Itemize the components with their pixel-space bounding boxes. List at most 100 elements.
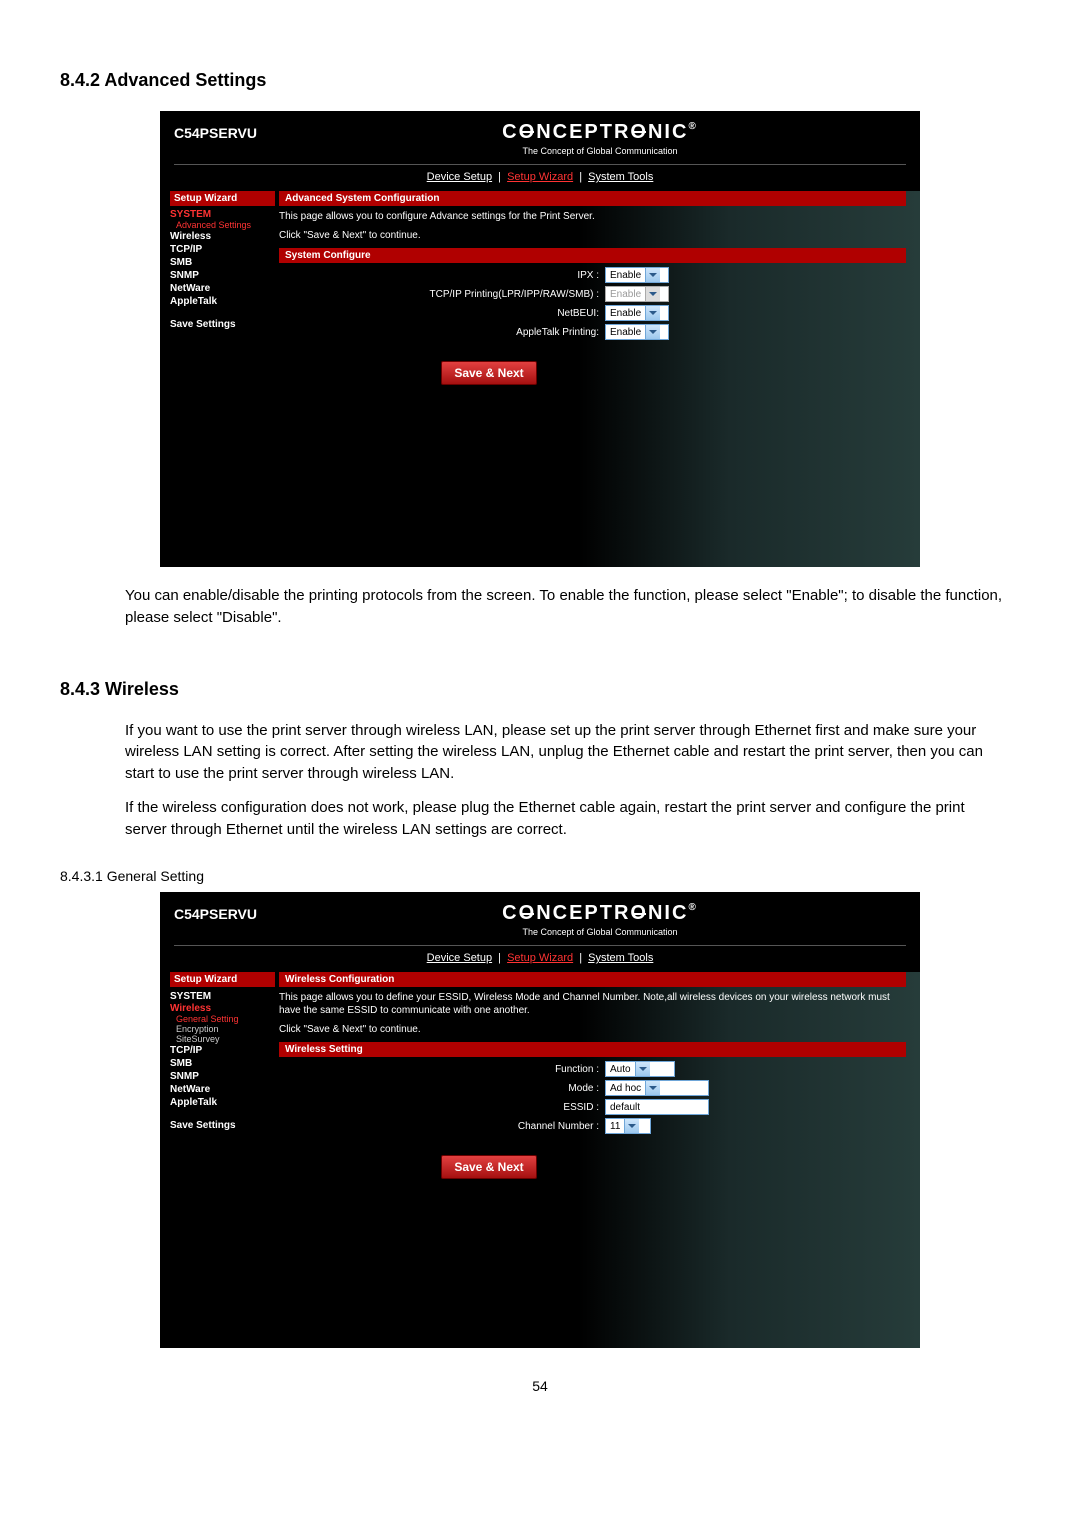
row-ipx: IPX : Enable [279,267,906,283]
sidebar-item-save[interactable]: Save Settings [170,1119,275,1132]
label-channel: Channel Number : [279,1121,605,1132]
page-number: 54 [60,1378,1020,1394]
sidebar-item-snmp[interactable]: SNMP [170,269,275,282]
select-function[interactable]: Auto [605,1061,675,1077]
row-appletalk: AppleTalk Printing: Enable [279,324,906,340]
panel-desc: This page allows you to configure Advanc… [279,210,906,223]
row-netbeui: NetBEUI: Enable [279,305,906,321]
select-ipx[interactable]: Enable [605,267,669,283]
brand-wrap: CONCEPTRONIC® The Concept of Global Comm… [294,121,906,156]
sidebar-sub-sitesurvey[interactable]: SiteSurvey [170,1034,275,1044]
nav-tabs: Device Setup | Setup Wizard | System Too… [160,165,920,191]
sidebar-item-tcpip[interactable]: TCP/IP [170,1044,275,1057]
shot-header: C54PSERVU CONCEPTRONIC® The Concept of G… [160,892,920,939]
section-title-general-setting: 8.4.3.1 General Setting [60,868,1020,884]
section-title-advanced: 8.4.2 Advanced Settings [60,70,1020,91]
label-essid: ESSID : [279,1102,605,1113]
label-function: Function : [279,1064,605,1075]
row-mode: Mode : Ad hoc [279,1080,906,1096]
tab-sep: | [498,171,501,183]
tab-system-tools[interactable]: System Tools [588,171,653,183]
input-essid[interactable]: default [605,1099,709,1115]
sidebar-sub-encryption[interactable]: Encryption [170,1024,275,1034]
select-channel[interactable]: 11 [605,1118,651,1134]
select-tcpip-print: Enable [605,286,669,302]
save-next-button[interactable]: Save & Next [441,361,536,385]
sidebar-item-appletalk[interactable]: AppleTalk [170,1096,275,1109]
tab-device-setup[interactable]: Device Setup [427,952,492,964]
product-name: C54PSERVU [174,121,294,141]
sidebar-item-tcpip[interactable]: TCP/IP [170,243,275,256]
chevron-down-icon [645,1081,660,1095]
tab-setup-wizard[interactable]: Setup Wizard [507,952,573,964]
save-next-button[interactable]: Save & Next [441,1155,536,1179]
sidebar: Setup Wizard SYSTEM Wireless General Set… [160,972,279,1332]
select-netbeui[interactable]: Enable [605,305,669,321]
row-essid: ESSID : default [279,1099,906,1115]
sidebar-item-netware[interactable]: NetWare [170,282,275,295]
chevron-down-icon [645,306,660,320]
row-channel: Channel Number : 11 [279,1118,906,1134]
nav-tabs: Device Setup | Setup Wizard | System Too… [160,946,920,972]
select-appletalk[interactable]: Enable [605,324,669,340]
screenshot-advanced: C54PSERVU CONCEPTRONIC® The Concept of G… [160,111,920,567]
sidebar-item-save[interactable]: Save Settings [170,318,275,331]
panel-desc: Click "Save & Next" to continue. [279,1023,906,1036]
panel-subtitle-bar: System Configure [279,248,906,263]
sidebar-item-appletalk[interactable]: AppleTalk [170,295,275,308]
sidebar-item-system[interactable]: SYSTEM [170,990,275,1003]
panel-desc: Click "Save & Next" to continue. [279,229,906,242]
sidebar-item-wireless[interactable]: Wireless [170,1003,275,1014]
label-ipx: IPX : [279,270,605,281]
sidebar-item-smb[interactable]: SMB [170,1057,275,1070]
sidebar-item-smb[interactable]: SMB [170,256,275,269]
paragraph-wireless-2: If the wireless configuration does not w… [60,797,1020,841]
chevron-down-icon [645,287,660,301]
tab-device-setup[interactable]: Device Setup [427,171,492,183]
brand-wrap: CONCEPTRONIC® The Concept of Global Comm… [294,902,906,937]
product-name: C54PSERVU [174,902,294,922]
tab-system-tools[interactable]: System Tools [588,952,653,964]
brand-tagline: The Concept of Global Communication [294,927,906,937]
brand-tagline: The Concept of Global Communication [294,146,906,156]
document-page: 8.4.2 Advanced Settings C54PSERVU CONCEP… [0,0,1080,1434]
screenshot-wireless: C54PSERVU CONCEPTRONIC® The Concept of G… [160,892,920,1348]
row-function: Function : Auto [279,1061,906,1077]
section-title-wireless: 8.4.3 Wireless [60,679,1020,700]
sidebar-setup-wizard[interactable]: Setup Wizard [170,191,275,206]
label-mode: Mode : [279,1083,605,1094]
tab-sep: | [579,171,582,183]
sidebar-sub-general[interactable]: General Setting [170,1014,275,1024]
shot-header: C54PSERVU CONCEPTRONIC® The Concept of G… [160,111,920,158]
panel-subtitle-bar: Wireless Setting [279,1042,906,1057]
sidebar-item-snmp[interactable]: SNMP [170,1070,275,1083]
main-panel: Advanced System Configuration This page … [279,191,920,551]
sidebar-item-netware[interactable]: NetWare [170,1083,275,1096]
sidebar-item-wireless[interactable]: Wireless [170,230,275,243]
row-tcpip-print: TCP/IP Printing(LPR/IPP/RAW/SMB) : Enabl… [279,286,906,302]
main-panel: Wireless Configuration This page allows … [279,972,920,1332]
panel-desc: This page allows you to define your ESSI… [279,991,906,1017]
brand-logo: CONCEPTRONIC® [294,902,906,925]
label-netbeui: NetBEUI: [279,308,605,319]
sidebar-setup-wizard[interactable]: Setup Wizard [170,972,275,987]
tab-sep: | [498,952,501,964]
button-row: Save & Next [279,1137,699,1179]
label-tcpip-print: TCP/IP Printing(LPR/IPP/RAW/SMB) : [279,289,605,300]
shot-body: Setup Wizard SYSTEM Wireless General Set… [160,972,920,1348]
chevron-down-icon [624,1119,639,1133]
tab-sep: | [579,952,582,964]
button-row: Save & Next [279,343,699,385]
sidebar: Setup Wizard SYSTEM Advanced Settings Wi… [160,191,279,551]
tab-setup-wizard[interactable]: Setup Wizard [507,171,573,183]
label-appletalk: AppleTalk Printing: [279,327,605,338]
panel-title-bar: Advanced System Configuration [279,191,906,206]
chevron-down-icon [645,268,660,282]
select-mode[interactable]: Ad hoc [605,1080,709,1096]
sidebar-sub-advanced[interactable]: Advanced Settings [170,220,275,230]
paragraph-advanced: You can enable/disable the printing prot… [60,585,1020,629]
chevron-down-icon [645,325,660,339]
brand-logo: CONCEPTRONIC® [294,121,906,144]
panel-title-bar: Wireless Configuration [279,972,906,987]
sidebar-item-system[interactable]: SYSTEM [170,209,275,220]
